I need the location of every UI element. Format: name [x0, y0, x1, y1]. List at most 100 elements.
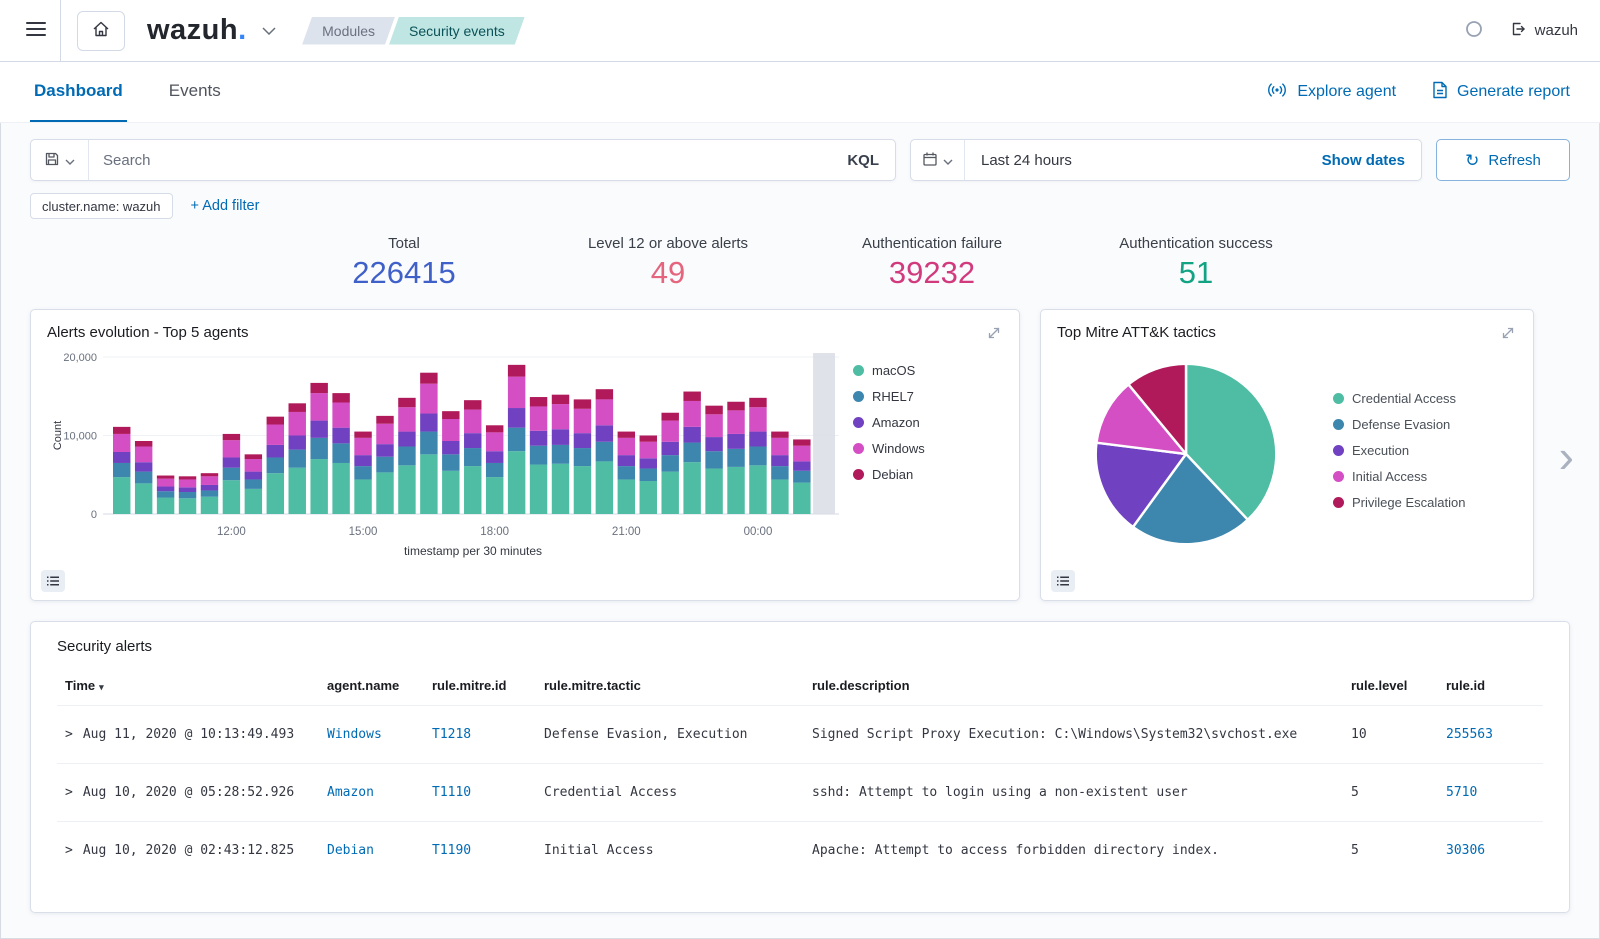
panel-options-button[interactable] [1051, 570, 1075, 592]
mitre-id-link[interactable]: T1110 [432, 785, 471, 800]
legend-item-credential-access[interactable]: Credential Access [1333, 391, 1456, 406]
time-range-value[interactable]: Last 24 hours [965, 152, 1322, 169]
expand-row-icon[interactable]: > [65, 843, 73, 858]
ring-icon [1464, 19, 1484, 42]
legend-swatch [853, 417, 864, 428]
stat-label: Total [304, 235, 504, 252]
rule-id-link[interactable]: 5710 [1446, 785, 1477, 800]
tab-dashboard[interactable]: Dashboard [30, 62, 127, 122]
app-switcher-button[interactable] [262, 23, 276, 38]
generate-report-button[interactable]: Generate report [1432, 81, 1570, 104]
column-label: Time [65, 678, 95, 693]
alerts-evolution-chart[interactable]: 010,00020,00012:0015:0018:0021:0000:00ti… [47, 349, 847, 559]
search-input[interactable] [89, 152, 831, 169]
expand-panel-button[interactable] [1499, 324, 1517, 345]
cell-description: sshd: Attempt to login using a non-exist… [804, 764, 1343, 822]
topbar-right: wazuh [1464, 19, 1600, 42]
column-header-time[interactable]: Time▾ [57, 670, 319, 706]
cell-tactic: Defense Evasion, Execution [536, 706, 804, 764]
svg-text:10,000: 10,000 [63, 431, 97, 443]
column-label: rule.mitre.id [432, 678, 506, 693]
legend-label: Windows [872, 441, 925, 456]
svg-text:12:00: 12:00 [217, 526, 246, 538]
column-header-rule-mitre-id[interactable]: rule.mitre.id [424, 670, 536, 706]
user-menu[interactable]: wazuh [1510, 21, 1578, 41]
tab-actions: Explore agent Generate report [1266, 62, 1570, 122]
cell-mitre-id: T1218 [424, 706, 536, 764]
expand-row-icon[interactable]: > [65, 785, 73, 800]
column-label: rule.id [1446, 678, 1485, 693]
tab-events[interactable]: Events [165, 62, 225, 122]
legend-item-initial-access[interactable]: Initial Access [1333, 469, 1427, 484]
generate-report-label: Generate report [1457, 83, 1570, 101]
mitre-id-link[interactable]: T1218 [432, 727, 471, 742]
stat-value-auth-success[interactable]: 51 [1179, 255, 1213, 291]
rule-id-link[interactable]: 30306 [1446, 843, 1485, 858]
stat-value-auth-failure[interactable]: 39232 [889, 255, 975, 291]
mitre-id-link[interactable]: T1190 [432, 843, 471, 858]
calendar-icon [922, 151, 938, 170]
broadcast-icon [1266, 82, 1288, 103]
column-header-rule-mitre-tactic[interactable]: rule.mitre.tactic [536, 670, 804, 706]
svg-text:15:00: 15:00 [349, 526, 378, 538]
expand-row-icon[interactable]: > [65, 727, 73, 742]
saved-query-button[interactable] [31, 140, 89, 180]
legend-item-macos[interactable]: macOS [853, 363, 915, 378]
panel-options-button[interactable] [41, 570, 65, 592]
wazuh-logo[interactable]: wazuh. [147, 14, 249, 47]
filter-chip-cluster-name[interactable]: cluster.name: wazuh [30, 193, 173, 219]
column-header-agent-name[interactable]: agent.name [319, 670, 424, 706]
bar-chart-legend: macOS RHEL7 Amazon Windows Debian [853, 363, 925, 559]
panel-title: Security alerts [57, 638, 152, 655]
expand-panel-button[interactable] [985, 324, 1003, 345]
agent-link[interactable]: Amazon [327, 785, 374, 800]
legend-label: Defense Evasion [1352, 417, 1450, 432]
menu-button[interactable] [12, 0, 60, 62]
agent-link[interactable]: Windows [327, 727, 382, 742]
table-row: > Aug 11, 2020 @ 10:13:49.493 Windows T12… [57, 706, 1543, 764]
legend-item-privilege-escalation[interactable]: Privilege Escalation [1333, 495, 1465, 510]
table-header-row: Time▾ agent.name rule.mitre.id rule.mitr… [57, 670, 1543, 706]
logout-icon [1510, 21, 1526, 41]
divider [60, 0, 61, 62]
mitre-pie-chart[interactable] [1083, 351, 1289, 557]
column-header-rule-id[interactable]: rule.id [1438, 670, 1543, 706]
svg-text:00:00: 00:00 [744, 526, 773, 538]
search-box: KQL [30, 139, 896, 181]
list-icon [1057, 574, 1069, 589]
column-header-rule-level[interactable]: rule.level [1343, 670, 1438, 706]
rule-id-link[interactable]: 255563 [1446, 727, 1493, 742]
kql-button[interactable]: KQL [831, 152, 895, 169]
table-row: >Aug 10, 2020 @ 02:43:12.825 Debian T119… [57, 822, 1543, 880]
breadcrumb-modules[interactable]: Modules [302, 17, 395, 45]
next-page-chevron-button[interactable]: › [1559, 433, 1574, 479]
show-dates-button[interactable]: Show dates [1322, 152, 1421, 169]
legend-label: Amazon [872, 415, 920, 430]
legend-item-debian[interactable]: Debian [853, 467, 913, 482]
column-header-rule-description[interactable]: rule.description [804, 670, 1343, 706]
column-label: agent.name [327, 678, 399, 693]
legend-label: Initial Access [1352, 469, 1427, 484]
legend-item-amazon[interactable]: Amazon [853, 415, 920, 430]
legend-item-rhel7[interactable]: RHEL7 [853, 389, 914, 404]
calendar-button[interactable] [911, 140, 965, 180]
cell-time: > Aug 11, 2020 @ 10:13:49.493 [57, 706, 319, 764]
stat-value-total[interactable]: 226415 [352, 255, 455, 291]
svg-text:20,000: 20,000 [63, 352, 97, 364]
explore-agent-button[interactable]: Explore agent [1266, 82, 1396, 103]
legend-item-execution[interactable]: Execution [1333, 443, 1409, 458]
refresh-button[interactable]: ↻ Refresh [1436, 139, 1570, 181]
legend-item-defense-evasion[interactable]: Defense Evasion [1333, 417, 1450, 432]
time-value: Aug 11, 2020 @ 10:13:49.493 [83, 727, 294, 742]
home-button[interactable] [77, 11, 125, 51]
cell-rule-id: 5710 [1438, 764, 1543, 822]
cell-description: Apache: Attempt to access forbidden dire… [804, 822, 1343, 880]
pie-chart-legend: Credential Access Defense Evasion Execut… [1333, 391, 1465, 557]
stat-value-level-12[interactable]: 49 [651, 255, 685, 291]
cell-mitre-id: T1190 [424, 822, 536, 880]
agent-link[interactable]: Debian [327, 843, 374, 858]
legend-item-windows[interactable]: Windows [853, 441, 925, 456]
add-filter-button[interactable]: + Add filter [191, 198, 260, 214]
hamburger-icon [26, 21, 46, 40]
status-ring-button[interactable] [1464, 19, 1484, 42]
